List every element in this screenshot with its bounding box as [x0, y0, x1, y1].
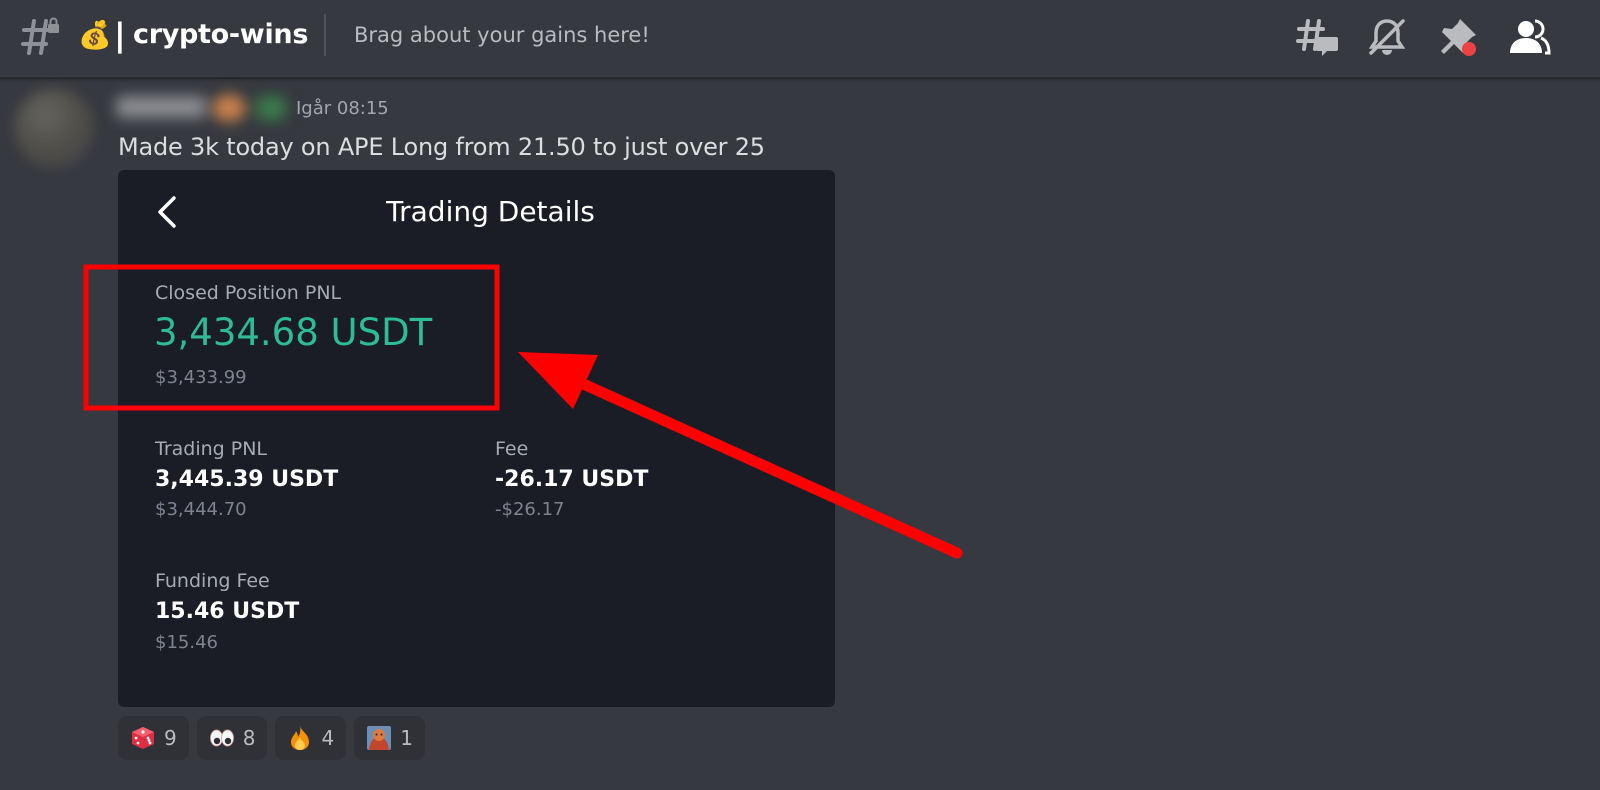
- locked-text-channel-icon: [20, 17, 60, 57]
- money-bag-emoji: 💰: [78, 20, 112, 51]
- threads-icon: [1296, 19, 1338, 56]
- channel-separator: |: [114, 16, 126, 54]
- channel-header: 💰 | crypto-wins Brag about your gains he…: [0, 0, 1600, 78]
- fee-usd: -$26.17: [495, 499, 565, 520]
- custom-emoji-icon: [367, 726, 392, 750]
- fee-label: Fee: [495, 438, 529, 460]
- pinned-messages-button[interactable]: [1436, 15, 1480, 59]
- closed-position-pnl-usd: $3,433.99: [155, 367, 247, 388]
- message-timestamp: Igår 08:15: [296, 98, 389, 119]
- reaction-fire[interactable]: 4: [275, 716, 347, 760]
- reaction-bar: 9 8 4 1: [118, 716, 425, 760]
- channel-name: crypto-wins: [133, 19, 309, 50]
- channel-topic[interactable]: Brag about your gains here!: [354, 20, 650, 50]
- trading-details-title: Trading Details: [386, 195, 595, 228]
- game-die-icon: [132, 727, 154, 749]
- reaction-count: 4: [321, 726, 335, 750]
- reaction-eyes[interactable]: 8: [196, 716, 268, 760]
- trading-pnl-value: 3,445.39 USDT: [155, 467, 339, 492]
- closed-position-pnl-label: Closed Position PNL: [155, 282, 342, 304]
- trading-pnl-label: Trading PNL: [155, 438, 268, 460]
- member-list-icon: [1510, 19, 1551, 55]
- notification-muted-icon: [1368, 19, 1406, 55]
- funding-fee-usd: $15.46: [155, 632, 218, 653]
- message-text: Made 3k today on APE Long from 21.50 to …: [118, 133, 765, 161]
- threads-button[interactable]: [1296, 15, 1340, 59]
- reaction-count: 8: [242, 726, 256, 750]
- funding-fee-label: Funding Fee: [155, 570, 270, 592]
- fire-icon: [291, 726, 310, 750]
- username-redacted[interactable]: [116, 90, 288, 126]
- member-list-button[interactable]: [1507, 15, 1551, 59]
- trading-details-screenshot[interactable]: Trading Details Closed Position PNL 3,43…: [118, 170, 835, 707]
- closed-position-pnl-value: 3,434.68 USDT: [154, 311, 433, 354]
- funding-fee-value: 15.46 USDT: [155, 599, 300, 624]
- trading-pnl-usd: $3,444.70: [155, 499, 247, 520]
- pinned-messages-icon: [1441, 19, 1476, 56]
- reaction-game-die[interactable]: 9: [118, 716, 189, 760]
- reaction-count: 9: [164, 726, 177, 750]
- avatar[interactable]: [14, 88, 94, 168]
- eyes-icon: [209, 729, 234, 747]
- fee-value: -26.17 USDT: [495, 467, 649, 492]
- reaction-custom-emoji[interactable]: 1: [354, 716, 425, 760]
- header-divider: [324, 14, 326, 56]
- reaction-count: 1: [400, 726, 413, 750]
- notification-settings-button[interactable]: [1365, 15, 1409, 59]
